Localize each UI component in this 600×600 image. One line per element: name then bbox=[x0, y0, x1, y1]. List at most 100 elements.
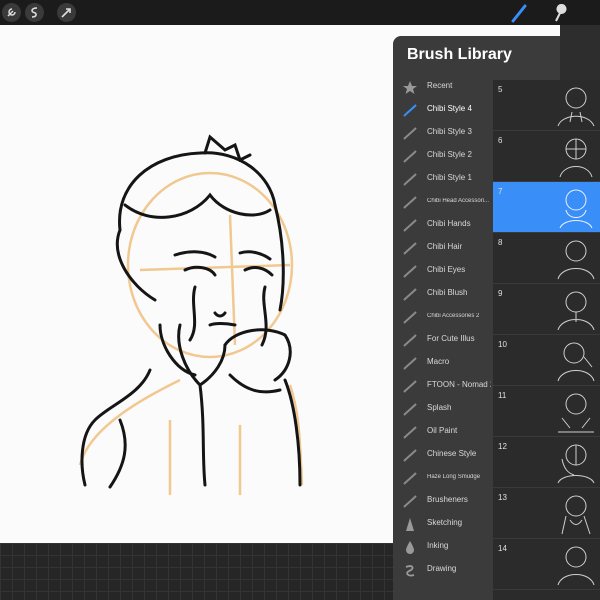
category-drawing[interactable]: Drawing bbox=[393, 559, 493, 582]
brush-preview-sketch bbox=[557, 87, 595, 127]
category-chibi-hands[interactable]: Chibi Hands bbox=[393, 214, 493, 237]
category-label: Brusheners bbox=[427, 495, 468, 504]
category-label: Chibi Style 4 bbox=[427, 104, 472, 113]
top-toolbar bbox=[0, 0, 600, 25]
category-label: Oil Paint bbox=[427, 426, 458, 435]
panel-title: Brush Library bbox=[407, 46, 512, 63]
brush-item-13[interactable]: 13 bbox=[493, 488, 600, 539]
category-sketching[interactable]: Sketching bbox=[393, 513, 493, 536]
brush-stroke-icon bbox=[403, 403, 417, 416]
category-chibi-style-2[interactable]: Chibi Style 2 bbox=[393, 145, 493, 168]
category-chibi-head-accessories[interactable]: Chibi Head Accessori... bbox=[393, 191, 493, 214]
actions-wrench-icon[interactable] bbox=[2, 3, 21, 22]
brush-number: 9 bbox=[498, 289, 503, 298]
category-chibi-blush[interactable]: Chibi Blush bbox=[393, 283, 493, 306]
category-inking[interactable]: Inking bbox=[393, 536, 493, 559]
brush-stroke-icon bbox=[403, 449, 417, 462]
selection-icon[interactable] bbox=[57, 3, 76, 22]
brush-stroke-icon bbox=[403, 150, 417, 163]
brush-item-10[interactable]: 10 bbox=[493, 335, 600, 386]
brush-list: 5 6 7 8 9 10 11 12 13 14 bbox=[493, 80, 600, 600]
brush-stroke-icon bbox=[403, 127, 417, 140]
category-haze-long-smudge[interactable]: Haze Long Smudge bbox=[393, 467, 493, 490]
category-label: Chibi Accessories 2 bbox=[427, 313, 480, 319]
brush-number: 8 bbox=[498, 238, 503, 247]
brush-item-11[interactable]: 11 bbox=[493, 386, 600, 437]
category-chibi-style-4[interactable]: Chibi Style 4 bbox=[393, 99, 493, 122]
brush-item-9[interactable]: 9 bbox=[493, 284, 600, 335]
brush-preview-sketch bbox=[559, 189, 593, 229]
brush-stroke-icon bbox=[403, 173, 417, 186]
category-label: For Cute Illus bbox=[427, 334, 475, 343]
brush-stroke-icon bbox=[403, 219, 417, 232]
category-label: Haze Long Smudge bbox=[427, 474, 481, 480]
category-brusheners[interactable]: Brusheners bbox=[393, 490, 493, 513]
category-label: Chibi Style 3 bbox=[427, 127, 472, 136]
brush-preview-sketch bbox=[557, 444, 595, 484]
category-for-cute-illus[interactable]: For Cute Illus bbox=[393, 329, 493, 352]
brush-preview-sketch bbox=[561, 495, 591, 535]
brush-stroke-icon bbox=[403, 288, 417, 301]
category-oil-paint[interactable]: Oil Paint bbox=[393, 421, 493, 444]
smudge-icon[interactable] bbox=[552, 2, 572, 24]
category-label: Chibi Blush bbox=[427, 288, 468, 297]
category-label: Chibi Hair bbox=[427, 242, 463, 251]
category-macro[interactable]: Macro bbox=[393, 352, 493, 375]
sketch-illustration bbox=[78, 134, 304, 495]
brush-item-6[interactable]: 6 bbox=[493, 131, 600, 182]
brush-stroke-icon bbox=[403, 334, 417, 347]
category-label: Chibi Hands bbox=[427, 219, 471, 228]
brush-stroke-icon bbox=[403, 495, 417, 508]
category-label: Recent bbox=[427, 81, 453, 90]
brush-stroke-icon bbox=[403, 380, 417, 393]
category-chibi-style-1[interactable]: Chibi Style 1 bbox=[393, 168, 493, 191]
category-chibi-accessories-2[interactable]: Chibi Accessories 2 bbox=[393, 306, 493, 329]
brush-item-8[interactable]: 8 bbox=[493, 233, 600, 284]
brush-tool-icon[interactable] bbox=[510, 2, 530, 24]
brush-preview-sketch bbox=[559, 138, 593, 178]
brush-stroke-icon bbox=[403, 104, 417, 117]
category-label: Drawing bbox=[427, 564, 457, 573]
category-chibi-style-3[interactable]: Chibi Style 3 bbox=[393, 122, 493, 145]
brush-number: 6 bbox=[498, 136, 503, 145]
category-splash[interactable]: Splash bbox=[393, 398, 493, 421]
brush-stroke-icon bbox=[403, 265, 417, 278]
category-label: Chinese Style bbox=[427, 449, 477, 458]
brush-item-12[interactable]: 12 bbox=[493, 437, 600, 488]
category-recent[interactable]: Recent bbox=[393, 76, 493, 99]
brush-number: 12 bbox=[498, 442, 507, 451]
star-icon bbox=[403, 81, 417, 94]
brush-number: 5 bbox=[498, 85, 503, 94]
brush-preview-sketch bbox=[557, 291, 595, 331]
squiggle-icon bbox=[405, 565, 415, 577]
category-chibi-eyes[interactable]: Chibi Eyes bbox=[393, 260, 493, 283]
brush-preview-sketch bbox=[558, 393, 594, 433]
brush-number: 10 bbox=[498, 340, 507, 349]
pencil-tip-icon bbox=[406, 518, 414, 531]
ink-drop-icon bbox=[406, 541, 414, 554]
category-label: Chibi Style 2 bbox=[427, 150, 472, 159]
category-chibi-hair[interactable]: Chibi Hair bbox=[393, 237, 493, 260]
brush-preview-sketch bbox=[557, 342, 595, 382]
brush-item-5[interactable]: 5 bbox=[493, 80, 600, 131]
adjustments-icon[interactable] bbox=[25, 3, 44, 22]
brush-number: 13 bbox=[498, 493, 507, 502]
brush-stroke-icon bbox=[403, 357, 417, 370]
brush-preview-sketch bbox=[557, 240, 595, 280]
brush-number: 7 bbox=[498, 187, 503, 196]
category-label: Macro bbox=[427, 357, 450, 366]
category-label: Chibi Style 1 bbox=[427, 173, 472, 182]
category-chinese-style[interactable]: Chinese Style bbox=[393, 444, 493, 467]
brush-number: 14 bbox=[498, 544, 507, 553]
brush-stroke-icon bbox=[403, 242, 417, 255]
category-label: Chibi Head Accessori... bbox=[427, 198, 490, 204]
category-label: FTOON - Nomad 2 bbox=[427, 380, 491, 389]
category-label: Chibi Eyes bbox=[427, 265, 466, 274]
brush-stroke-icon bbox=[403, 472, 417, 485]
brush-item-14[interactable]: 14 bbox=[493, 539, 600, 590]
category-ftoon-nomad-2[interactable]: FTOON - Nomad 2 bbox=[393, 375, 493, 398]
category-label: Sketching bbox=[427, 518, 463, 527]
brush-stroke-icon bbox=[403, 426, 417, 439]
brush-item-7-selected[interactable]: 7 bbox=[493, 182, 600, 233]
brush-stroke-icon bbox=[403, 311, 417, 324]
